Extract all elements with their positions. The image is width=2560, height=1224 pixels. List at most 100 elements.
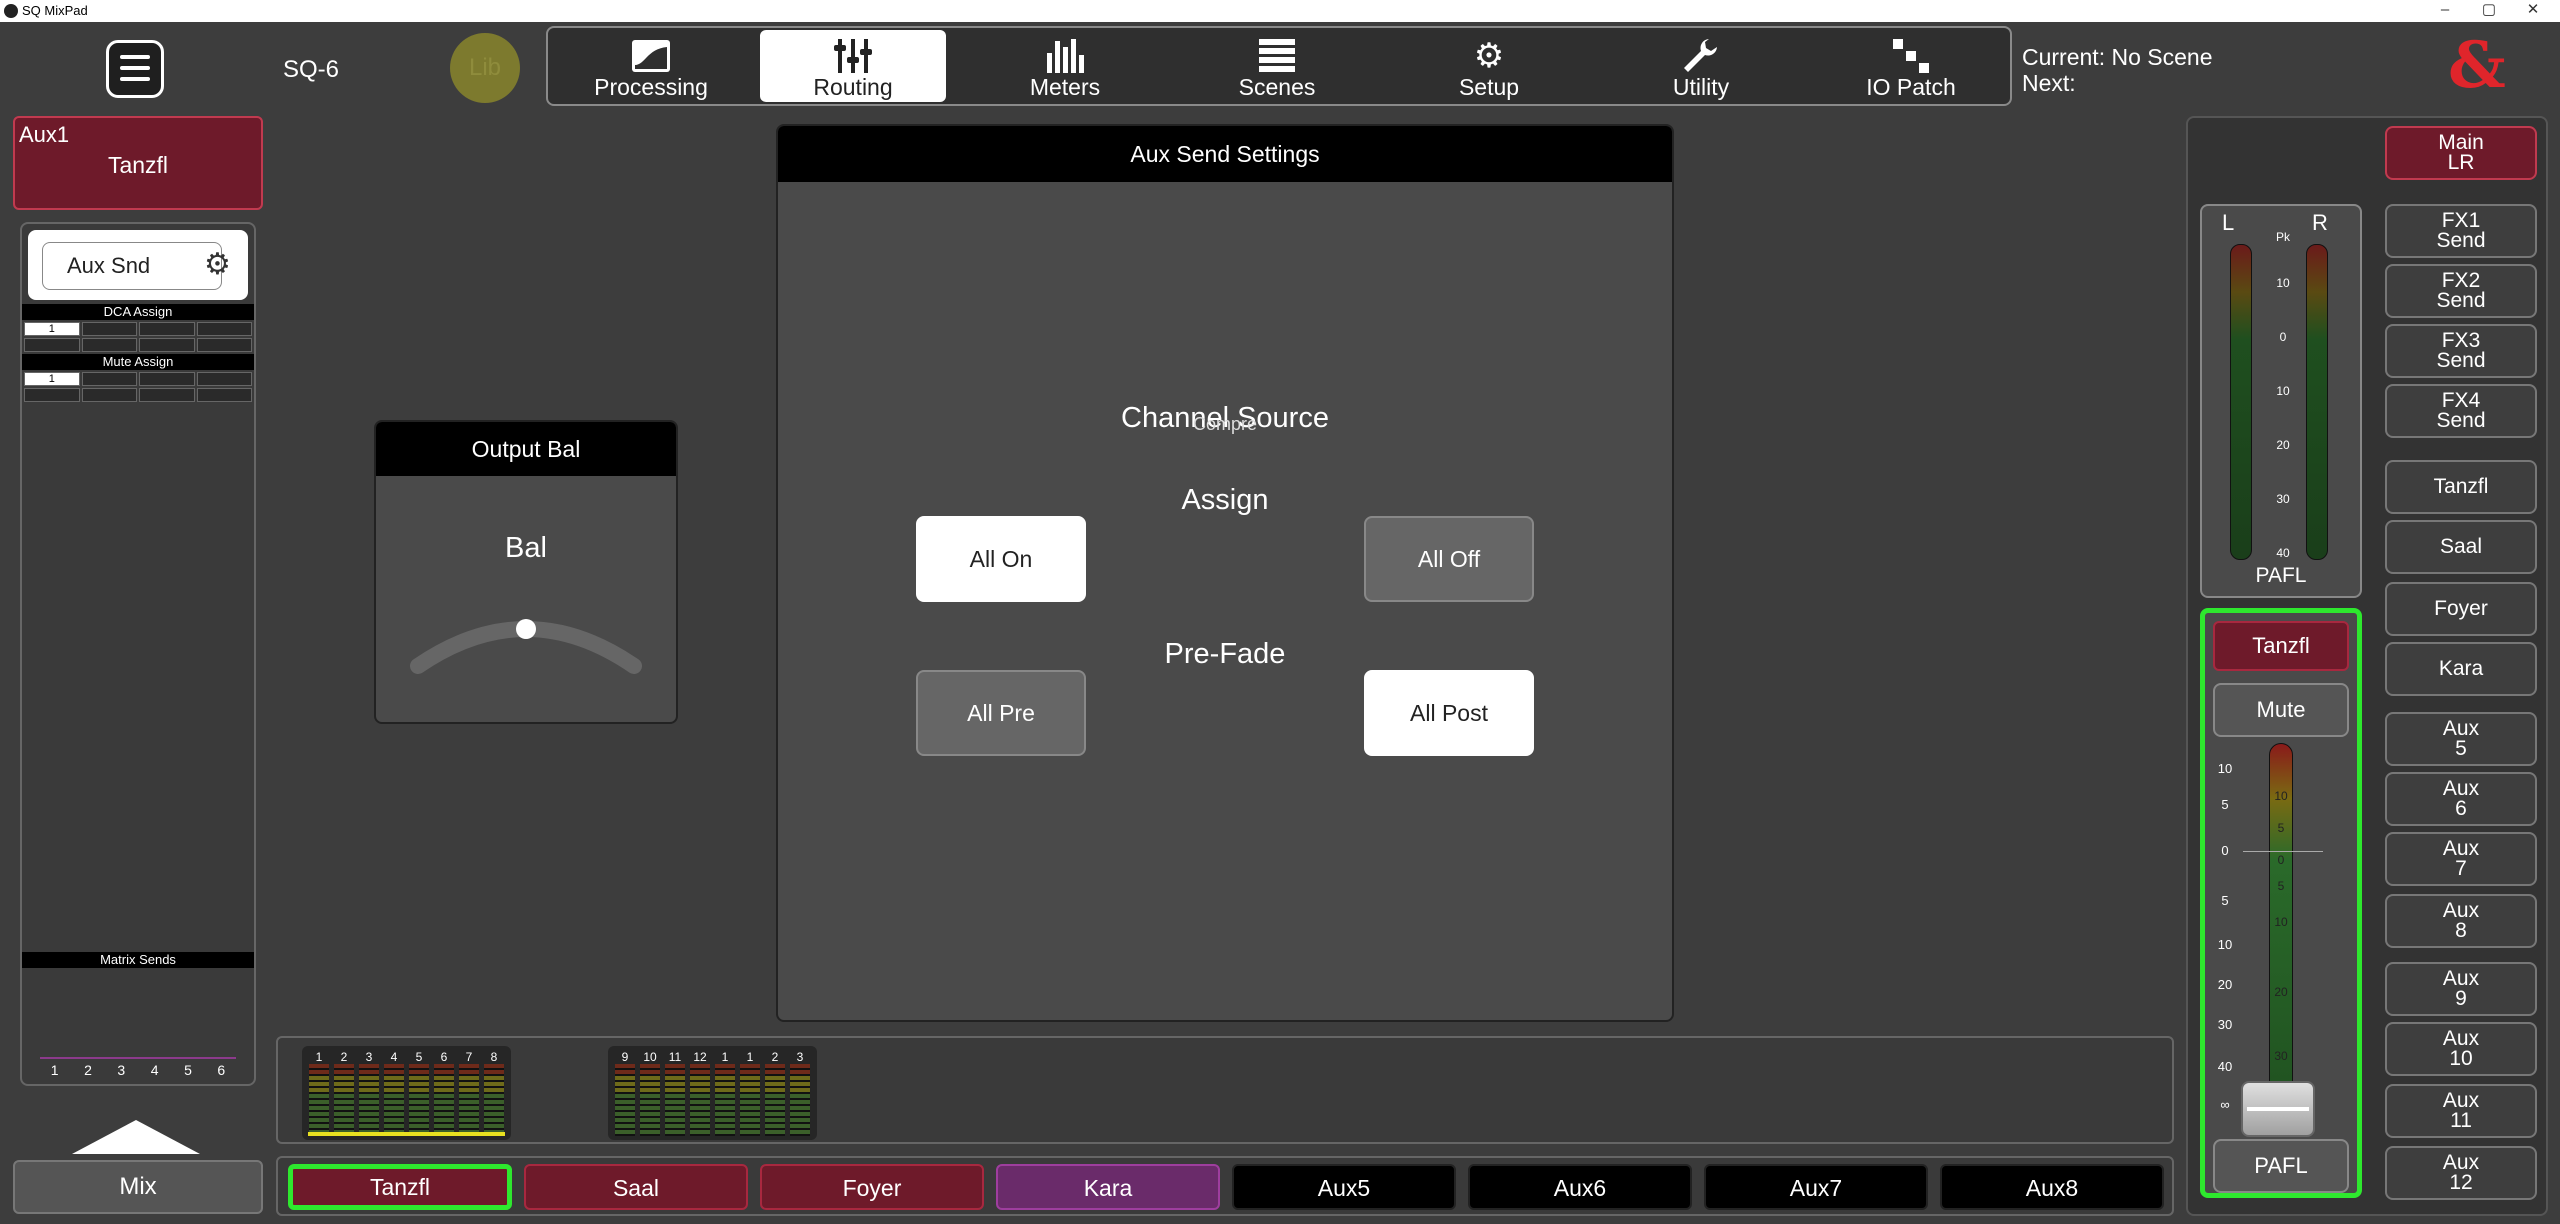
- meter-group-1[interactable]: 1 2 3 4 5 6 7 8: [302, 1046, 511, 1140]
- channel-tab-aux5[interactable]: Aux5: [1232, 1164, 1456, 1210]
- mix-select-aux-10[interactable]: Aux 10: [2385, 1022, 2537, 1076]
- mix-select-aux-6[interactable]: Aux 6: [2385, 772, 2537, 826]
- mix-select-foyer[interactable]: Foyer: [2385, 582, 2537, 636]
- mute-group-7[interactable]: [139, 388, 195, 402]
- all-off-button[interactable]: All Off: [1364, 516, 1534, 602]
- meter-channel: 11: [664, 1050, 686, 1136]
- close-button[interactable]: ✕: [2516, 0, 2550, 22]
- mute-group-2[interactable]: [81, 372, 137, 386]
- tab-routing[interactable]: Routing: [760, 30, 946, 102]
- dca-5[interactable]: [24, 338, 80, 352]
- fader-scale-0: 0: [2221, 843, 2229, 858]
- dca-6[interactable]: [81, 338, 137, 352]
- mix-select-aux-8[interactable]: Aux 8: [2385, 894, 2537, 948]
- settings-gear-icon[interactable]: ⚙: [204, 250, 231, 280]
- channel-tab-foyer[interactable]: Foyer: [760, 1164, 984, 1210]
- matrix-sends-header: Matrix Sends: [22, 952, 254, 968]
- mix-select-tanzfl[interactable]: Tanzfl: [2385, 460, 2537, 514]
- balance-knob[interactable]: [406, 602, 646, 682]
- mute-button[interactable]: Mute: [2213, 683, 2349, 737]
- meter-segment: [459, 1064, 479, 1076]
- mute-group-4[interactable]: [196, 372, 252, 386]
- tab-scenes[interactable]: Scenes: [1184, 30, 1370, 102]
- matrix-send-1[interactable]: 1: [51, 1062, 59, 1078]
- meter-channel-number: 6: [440, 1050, 448, 1064]
- expand-up-arrow-icon[interactable]: [72, 1120, 200, 1154]
- mix-select-main-lr[interactable]: Main LR: [2385, 126, 2537, 180]
- mix-select-fx4-send[interactable]: FX4 Send: [2385, 384, 2537, 438]
- mix-select-aux-12[interactable]: Aux 12: [2385, 1146, 2537, 1200]
- mix-select-fx3-send[interactable]: FX3 Send: [2385, 324, 2537, 378]
- output-bal-panel: Output Bal Bal: [374, 420, 678, 724]
- tab-utility[interactable]: Utility: [1608, 30, 1794, 102]
- dca-7[interactable]: [139, 338, 195, 352]
- meter-channel-number: 5: [415, 1050, 423, 1064]
- mix-select-aux-5[interactable]: Aux 5: [2385, 712, 2537, 766]
- mute-group-8[interactable]: [196, 388, 252, 402]
- channel-tab-aux6[interactable]: Aux6: [1468, 1164, 1692, 1210]
- meter-segment: [409, 1064, 429, 1076]
- pafl-button[interactable]: PAFL: [2213, 1139, 2349, 1193]
- scenes-icon: [1184, 36, 1370, 76]
- mix-select-kara[interactable]: Kara: [2385, 642, 2537, 696]
- mute-group-6[interactable]: [81, 388, 137, 402]
- scale-minus-30: 30: [2276, 492, 2290, 506]
- app-icon: [4, 4, 18, 18]
- all-pre-button[interactable]: All Pre: [916, 670, 1086, 756]
- mix-select-aux-9[interactable]: Aux 9: [2385, 962, 2537, 1016]
- all-on-button[interactable]: All On: [916, 516, 1086, 602]
- meter-segment: [309, 1094, 329, 1136]
- dca-2[interactable]: [81, 322, 137, 336]
- selected-aux-header[interactable]: Aux1 Tanzfl: [13, 116, 263, 210]
- mute-group-5[interactable]: [24, 388, 80, 402]
- tab-processing[interactable]: Processing: [558, 30, 744, 102]
- meter-segment: [384, 1076, 404, 1094]
- mix-button[interactable]: Mix: [13, 1160, 263, 1214]
- dca-8[interactable]: [196, 338, 252, 352]
- all-post-button[interactable]: All Post: [1364, 670, 1534, 756]
- mute-group-1[interactable]: 1: [24, 372, 80, 386]
- channel-tab-kara[interactable]: Kara: [996, 1164, 1220, 1210]
- main-menu-button[interactable]: [106, 40, 164, 98]
- next-scene: Next:: [2022, 70, 2076, 96]
- matrix-send-2[interactable]: 2: [84, 1062, 92, 1078]
- meter-channel-number: 7: [465, 1050, 473, 1064]
- library-button[interactable]: Lib: [450, 33, 520, 103]
- aux-snd-button[interactable]: Aux Snd: [42, 242, 222, 290]
- compressor-overlay-text: Compre: [1192, 414, 1258, 434]
- mute-assign-grid: 1: [24, 372, 252, 402]
- tab-meters[interactable]: Meters: [972, 30, 1158, 102]
- dca-1[interactable]: 1: [24, 322, 80, 336]
- mix-select-aux-7[interactable]: Aux 7: [2385, 832, 2537, 886]
- mute-group-3[interactable]: [139, 372, 195, 386]
- mix-select-fx2-send[interactable]: FX2 Send: [2385, 264, 2537, 318]
- fader-inner-minus-20: 20: [2274, 985, 2288, 999]
- dca-4[interactable]: [196, 322, 252, 336]
- channel-tab-aux8[interactable]: Aux8: [1940, 1164, 2164, 1210]
- matrix-send-4[interactable]: 4: [151, 1062, 159, 1078]
- matrix-send-3[interactable]: 3: [117, 1062, 125, 1078]
- fader-cap[interactable]: [2241, 1081, 2315, 1137]
- channel-tab-aux7[interactable]: Aux7: [1704, 1164, 1928, 1210]
- meter-segment: [665, 1076, 685, 1094]
- meter-segment: [715, 1064, 735, 1076]
- tab-setup[interactable]: ⚙ Setup: [1396, 30, 1582, 102]
- matrix-send-5[interactable]: 5: [184, 1062, 192, 1078]
- pre-fade-label: Pre-Fade: [1164, 638, 1286, 670]
- matrix-send-numbers: 1 2 3 4 5 6: [22, 1062, 254, 1078]
- channel-tab-tanzfl[interactable]: Tanzfl: [288, 1164, 512, 1210]
- meter-group-2[interactable]: 9 10 11 12 1 1 2 3: [608, 1046, 817, 1140]
- channel-tab-saal[interactable]: Saal: [524, 1164, 748, 1210]
- mix-select-fx1-send[interactable]: FX1 Send: [2385, 204, 2537, 258]
- master-strip-name[interactable]: Tanzfl: [2213, 621, 2349, 671]
- minimize-button[interactable]: –: [2428, 0, 2462, 22]
- dca-3[interactable]: [139, 322, 195, 336]
- tab-io-patch[interactable]: IO Patch: [1818, 30, 2004, 102]
- maximize-button[interactable]: ▢: [2472, 0, 2506, 22]
- mix-select-saal[interactable]: Saal: [2385, 520, 2537, 574]
- mix-select-aux-11[interactable]: Aux 11: [2385, 1084, 2537, 1138]
- matrix-send-6[interactable]: 6: [217, 1062, 225, 1078]
- meter-right-bar: [2306, 244, 2328, 560]
- assign-label: Assign: [1181, 484, 1269, 516]
- console-model: SQ-6: [283, 56, 340, 83]
